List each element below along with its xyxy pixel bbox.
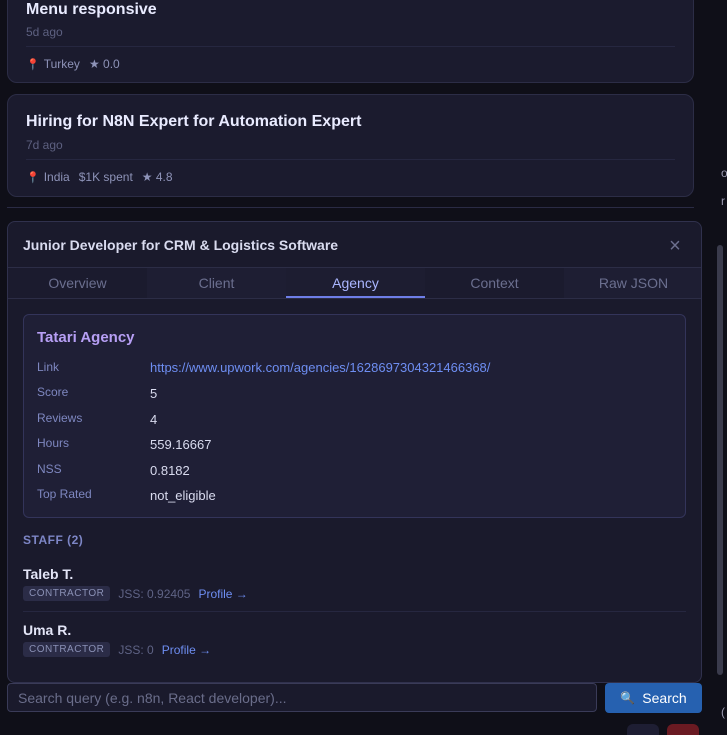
clipped-button[interactable]: [667, 724, 699, 735]
agency-hours: 559.16667: [150, 437, 212, 452]
clipped-text: (: [721, 705, 725, 719]
job-age: 7d ago: [26, 138, 63, 152]
staff-meta: CONTRACTOR JSS: 0.92405 Profile →: [23, 586, 248, 601]
field-label: Hours: [37, 436, 70, 450]
agency-top-rated: not_eligible: [150, 488, 216, 503]
tab-raw-json[interactable]: Raw JSON: [564, 268, 701, 298]
agency-reviews: 4: [150, 412, 158, 427]
card-divider: [26, 46, 675, 47]
field-label: Reviews: [37, 411, 83, 425]
agency-score: 5: [150, 386, 158, 401]
location-pin-icon: 📍: [26, 58, 40, 71]
scrollbar[interactable]: [717, 245, 723, 675]
field-label: Score: [37, 385, 69, 399]
staff-jss: JSS: 0: [118, 642, 154, 657]
agency-nss: 0.8182: [150, 463, 190, 478]
job-detail-panel: Junior Developer for CRM & Logistics Sof…: [7, 221, 702, 683]
tab-bar: Overview Client Agency Context Raw JSON: [8, 267, 701, 299]
job-age: 5d ago: [26, 25, 63, 39]
job-rating: ★ 0.0: [88, 57, 120, 71]
tab-client[interactable]: Client: [147, 268, 286, 298]
close-icon[interactable]: ×: [664, 235, 686, 257]
profile-link[interactable]: Profile →: [198, 587, 247, 601]
list-separator: [7, 207, 694, 208]
job-location: Turkey: [43, 57, 80, 71]
tab-overview[interactable]: Overview: [8, 268, 147, 298]
panel-title: Junior Developer for CRM & Logistics Sof…: [23, 237, 339, 253]
location-pin-icon: 📍: [26, 171, 40, 184]
job-spent: $1K spent: [78, 170, 133, 184]
staff-heading: STAFF (2): [23, 533, 84, 547]
job-card[interactable]: Menu responsive 5d ago 📍 Turkey ★ 0.0: [7, 0, 694, 83]
job-title[interactable]: Hiring for N8N Expert for Automation Exp…: [26, 113, 361, 131]
job-location: India: [43, 170, 70, 184]
job-meta: 📍 Turkey ★ 0.0: [26, 57, 120, 71]
job-meta: 📍 India $1K spent ★ 4.8: [26, 170, 173, 184]
search-button[interactable]: 🔍 Search: [605, 683, 702, 713]
field-label: Top Rated: [37, 487, 92, 501]
agency-link[interactable]: https://www.upwork.com/agencies/16286973…: [150, 360, 490, 375]
staff-meta: CONTRACTOR JSS: 0 Profile →: [23, 642, 211, 657]
clipped-button[interactable]: [627, 724, 659, 735]
agency-name: Tatari Agency: [37, 329, 135, 346]
agency-card: Tatari Agency Link https://www.upwork.co…: [23, 314, 686, 518]
profile-link[interactable]: Profile →: [162, 643, 211, 657]
staff-name: Uma R.: [23, 622, 72, 638]
search-button-label: Search: [642, 690, 687, 706]
job-card[interactable]: Hiring for N8N Expert for Automation Exp…: [7, 94, 694, 197]
staff-name: Taleb T.: [23, 566, 74, 582]
field-label: Link: [37, 360, 60, 374]
staff-divider: [23, 611, 686, 612]
staff-jss: JSS: 0.92405: [118, 586, 191, 601]
tab-context[interactable]: Context: [425, 268, 564, 298]
field-label: NSS: [37, 462, 62, 476]
clipped-text: r: [721, 194, 725, 208]
card-divider: [26, 159, 675, 160]
search-icon: 🔍: [620, 691, 636, 705]
tab-agency[interactable]: Agency: [286, 268, 425, 298]
search-input[interactable]: [7, 683, 597, 712]
job-rating: ★ 4.8: [141, 170, 173, 184]
job-title[interactable]: Menu responsive: [26, 1, 157, 19]
clipped-text: o: [721, 166, 727, 180]
role-badge: CONTRACTOR: [23, 586, 111, 601]
role-badge: CONTRACTOR: [23, 642, 111, 657]
